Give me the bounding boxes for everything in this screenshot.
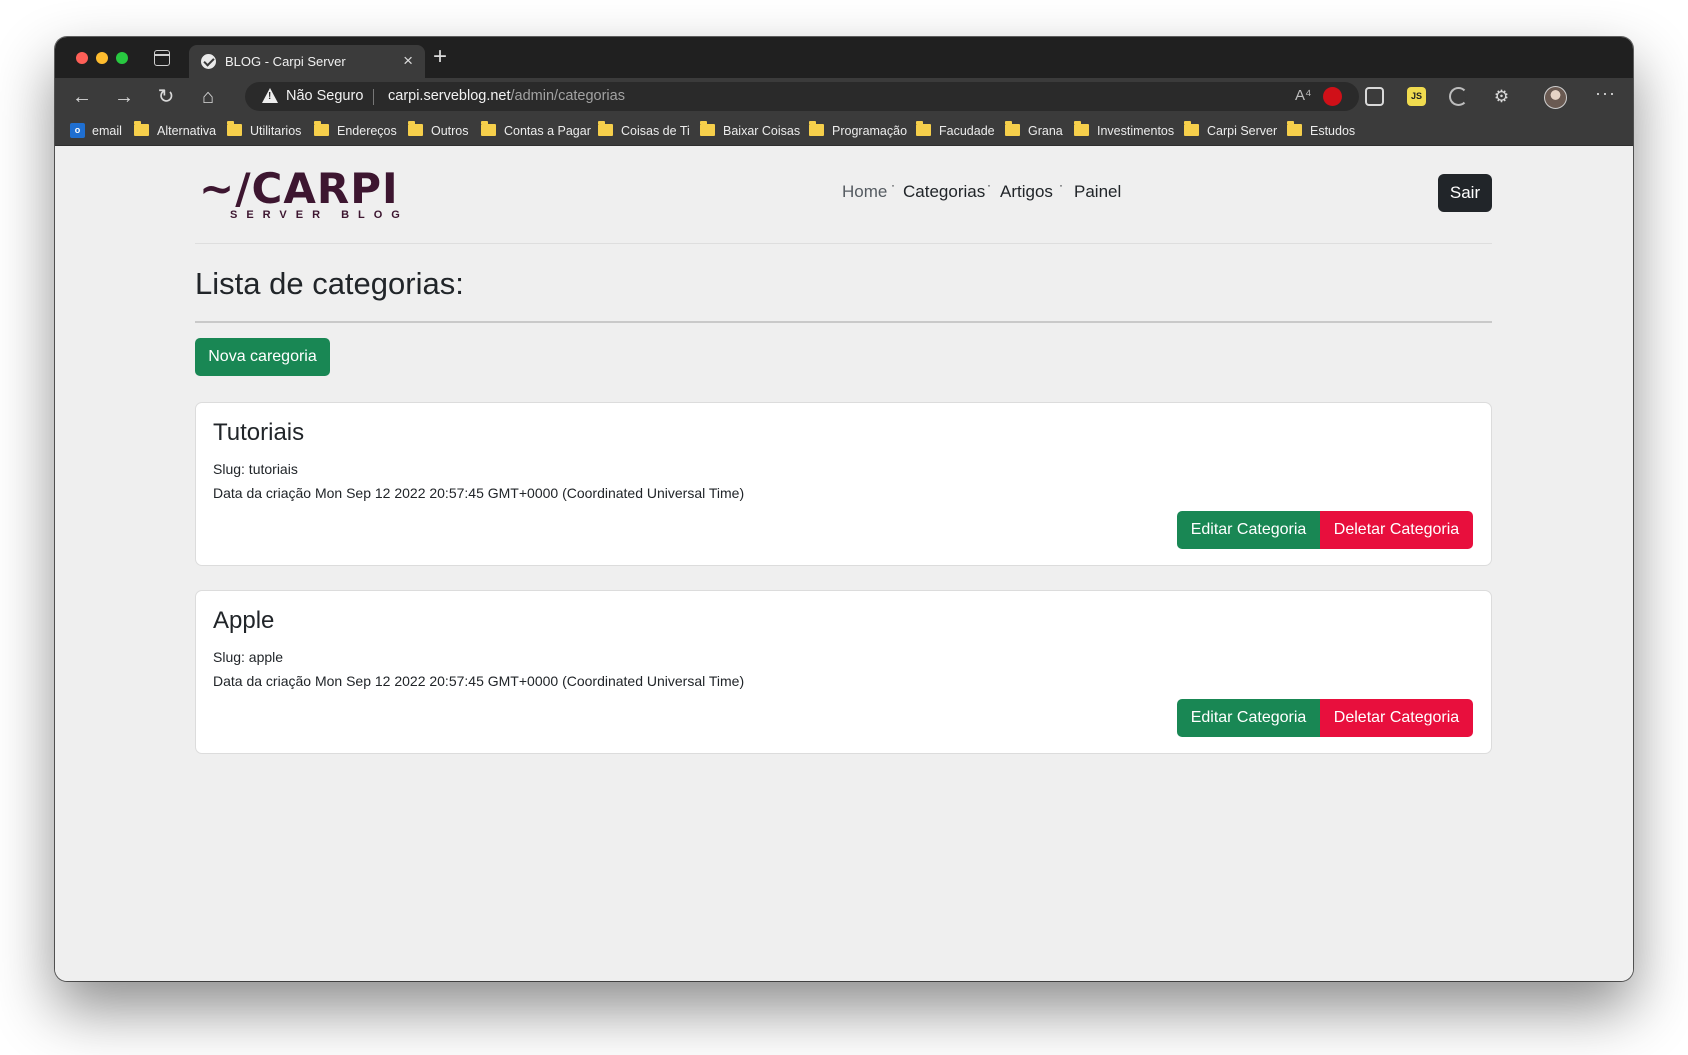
bookmark-programacao[interactable]: Programação (832, 124, 907, 138)
bookmark-grana[interactable]: Grana (1028, 124, 1063, 138)
edit-category-button[interactable]: Editar Categoria (1177, 699, 1320, 737)
extensions-puzzle-icon[interactable]: ⚙ (1492, 87, 1511, 106)
bookmarks-bar: o email Alternativa Utilitarios Endereço… (55, 115, 1633, 146)
reload-icon[interactable]: ↻ (153, 84, 179, 110)
security-label[interactable]: Não Seguro (286, 88, 363, 104)
bookmark-investimentos[interactable]: Investimentos (1097, 124, 1174, 138)
profile-avatar[interactable] (1544, 86, 1567, 109)
category-title: Tutoriais (213, 419, 305, 446)
folder-icon (408, 121, 423, 136)
bookmark-enderecos[interactable]: Endereços (337, 124, 397, 138)
logo-wordmark: ~/CARPI (199, 164, 399, 213)
edit-category-button[interactable]: Editar Categoria (1177, 511, 1320, 549)
new-tab-button[interactable]: + (433, 43, 447, 71)
nav-artigos-link[interactable]: Artigos (1000, 182, 1053, 202)
address-bar[interactable]: Não Seguro carpi.serveblog.net/admin/cat… (245, 82, 1359, 111)
nav-separator: · (1059, 178, 1063, 192)
nav-separator: · (891, 178, 895, 192)
folder-icon (1005, 121, 1020, 136)
reader-extension-icon[interactable] (1365, 87, 1384, 106)
page-title: Lista de categorias: (195, 266, 464, 301)
category-slug: Slug: apple (213, 649, 284, 665)
url-host: carpi.serveblog.net (388, 88, 511, 104)
bookmark-baixar-coisas[interactable]: Baixar Coisas (723, 124, 800, 138)
bookmark-outros[interactable]: Outros (431, 124, 469, 138)
outlook-icon: o (70, 123, 85, 138)
bookmark-email[interactable]: email (92, 124, 122, 138)
category-card: Apple Slug: apple Data da criação Mon Se… (195, 590, 1492, 754)
delete-category-button[interactable]: Deletar Categoria (1320, 699, 1473, 737)
folder-icon (916, 121, 931, 136)
category-created-date: Data da criação Mon Sep 12 2022 20:57:45… (213, 485, 745, 501)
header-divider (195, 243, 1492, 244)
folder-icon (1184, 121, 1199, 136)
bookmark-estudos[interactable]: Estudos (1310, 124, 1355, 138)
sync-extension-icon[interactable] (1449, 87, 1468, 106)
url-text[interactable]: carpi.serveblog.net/admin/categorias (388, 88, 625, 104)
delete-category-button[interactable]: Deletar Categoria (1320, 511, 1473, 549)
forward-icon[interactable]: → (111, 84, 137, 110)
adblock-extension-icon[interactable] (1323, 87, 1342, 106)
category-created-date: Data da criação Mon Sep 12 2022 20:57:45… (213, 673, 745, 689)
close-window-button[interactable] (76, 52, 88, 64)
bookmark-utilitarios[interactable]: Utilitarios (250, 124, 301, 138)
category-slug: Slug: tutoriais (213, 461, 298, 477)
browser-window: BLOG - Carpi Server × + ← → ↻ ⌂ Não Segu… (55, 37, 1633, 981)
tab-close-icon[interactable]: × (403, 51, 413, 71)
home-icon[interactable]: ⌂ (195, 84, 221, 110)
folder-icon (598, 121, 613, 136)
tab-active[interactable]: BLOG - Carpi Server × (189, 45, 425, 78)
folder-icon (1074, 121, 1089, 136)
address-separator (373, 89, 374, 105)
folder-icon (700, 121, 715, 136)
nav-painel-link[interactable]: Painel (1074, 182, 1121, 202)
nav-home-link[interactable]: Home (842, 182, 887, 202)
new-category-button[interactable]: Nova caregoria (195, 338, 330, 376)
js-extension-icon[interactable]: JS (1407, 87, 1426, 106)
folder-icon (1287, 121, 1302, 136)
tab-title: BLOG - Carpi Server (225, 54, 346, 69)
minimize-window-button[interactable] (96, 52, 108, 64)
bookmark-carpi-server[interactable]: Carpi Server (1207, 124, 1277, 138)
title-divider (195, 321, 1492, 323)
site-logo[interactable]: ~/CARPI SERVER BLOG (199, 168, 400, 222)
nav-separator: · (987, 178, 991, 192)
site-favicon-icon (201, 54, 216, 69)
logo-tagline: SERVER BLOG (230, 209, 409, 221)
browser-menu-icon[interactable]: ··· (1595, 83, 1616, 104)
tab-strip: BLOG - Carpi Server × + (55, 37, 1633, 78)
category-title: Apple (213, 607, 275, 634)
folder-icon (809, 121, 824, 136)
bookmark-facudade[interactable]: Facudade (939, 124, 995, 138)
maximize-window-button[interactable] (116, 52, 128, 64)
page-content: ~/CARPI SERVER BLOG Home · Categorias · … (55, 147, 1633, 981)
bookmark-contas-a-pagar[interactable]: Contas a Pagar (504, 124, 591, 138)
bookmark-alternativa[interactable]: Alternativa (157, 124, 216, 138)
back-icon[interactable]: ← (69, 84, 95, 110)
read-aloud-icon[interactable]: A⁴ (1295, 87, 1311, 104)
warning-icon[interactable] (262, 88, 278, 103)
browser-toolbar: ← → ↻ ⌂ Não Seguro carpi.serveblog.net/a… (55, 78, 1633, 115)
folder-icon (134, 121, 149, 136)
folder-icon (314, 121, 329, 136)
category-card: Tutoriais Slug: tutoriais Data da criaçã… (195, 402, 1492, 566)
bookmark-coisas-de-ti[interactable]: Coisas de Ti (621, 124, 690, 138)
folder-icon (227, 121, 242, 136)
url-path: /admin/categorias (510, 88, 625, 104)
nav-categorias-link[interactable]: Categorias (903, 182, 985, 202)
tab-actions-icon[interactable] (154, 50, 170, 66)
folder-icon (481, 121, 496, 136)
logout-button[interactable]: Sair (1438, 174, 1492, 212)
